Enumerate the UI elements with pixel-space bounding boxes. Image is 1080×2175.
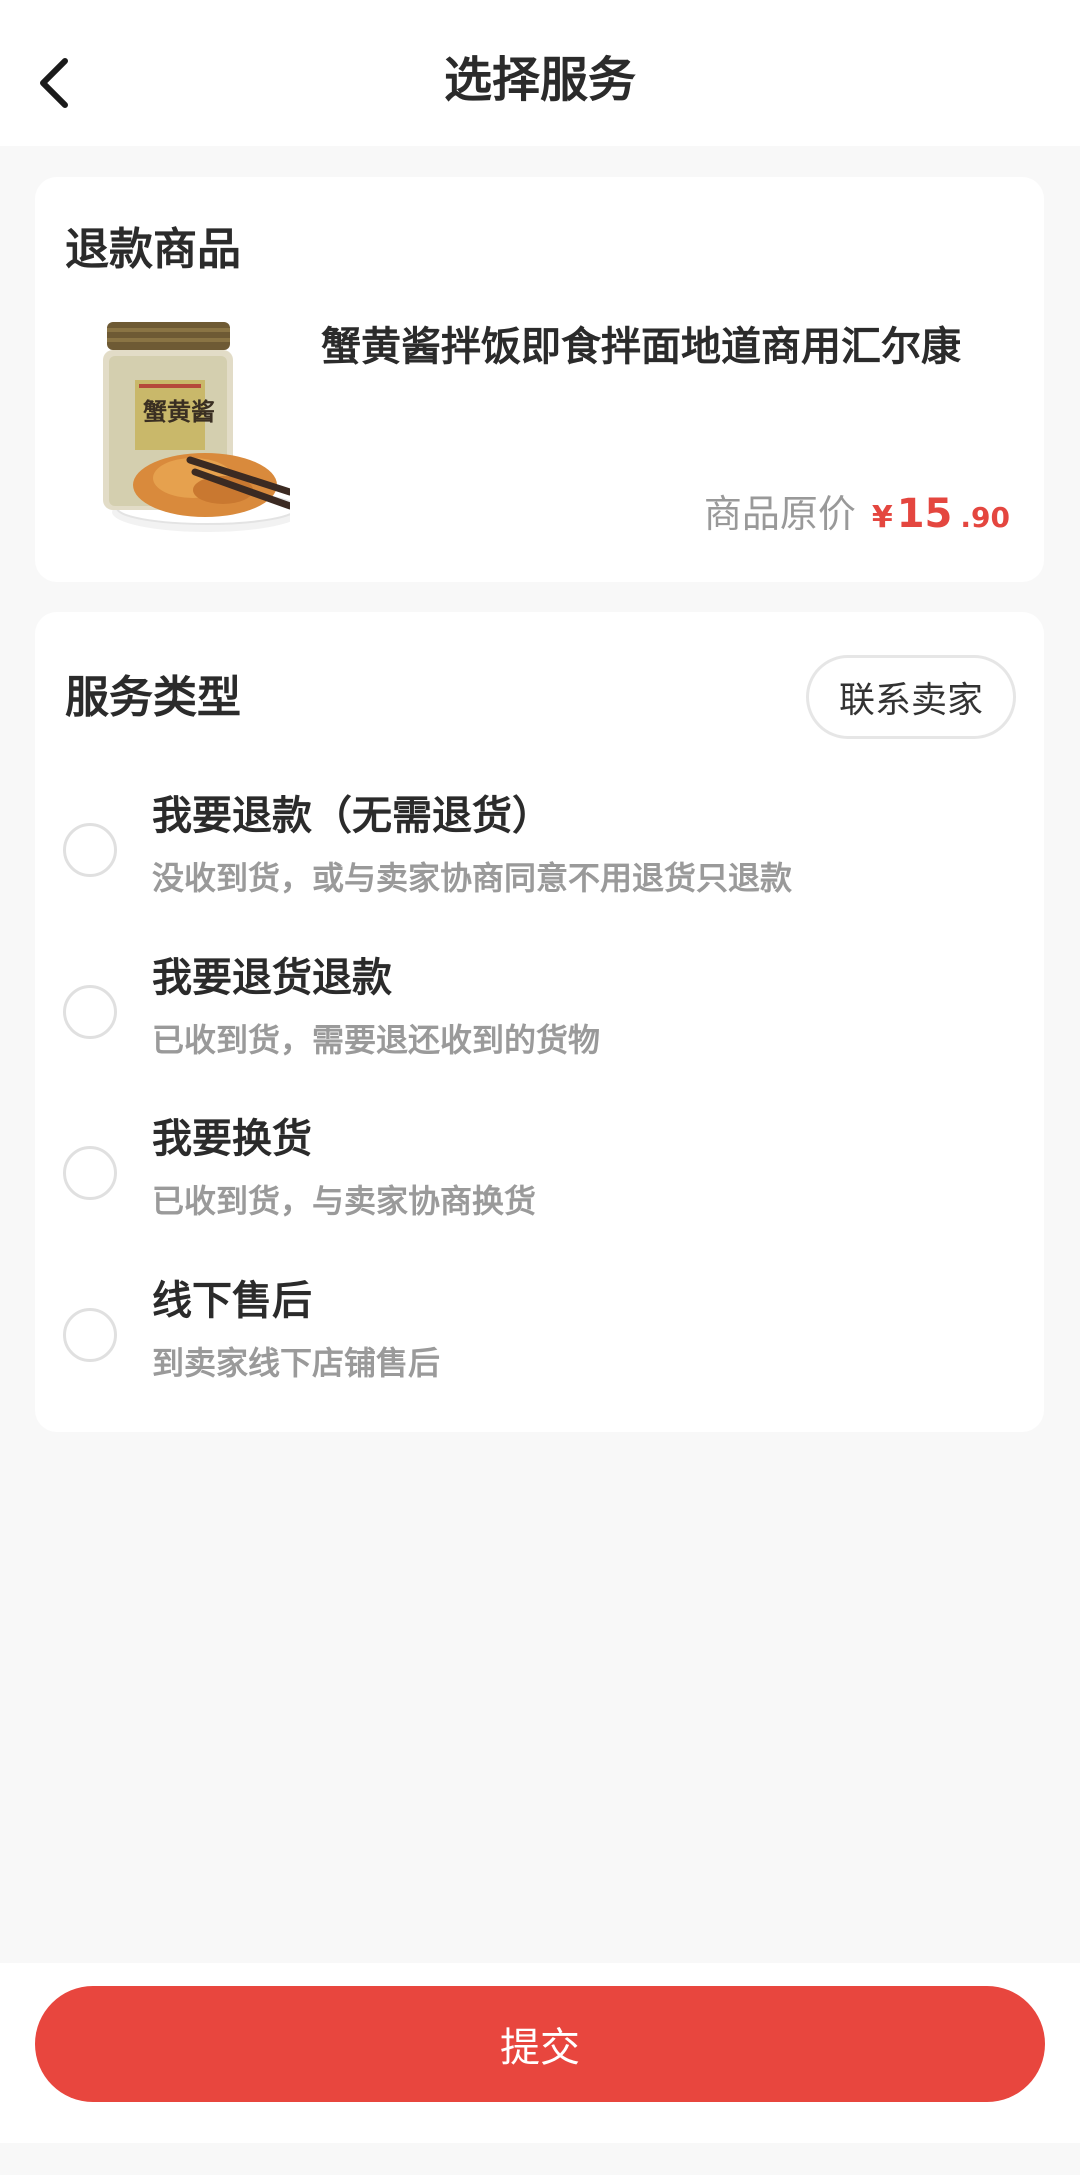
product-image[interactable]: 蟹黄酱 [95, 320, 302, 535]
radio-button[interactable] [63, 985, 117, 1039]
option-description: 到卖家线下店铺售后 [152, 1344, 441, 1382]
submit-button[interactable]: 提交 [35, 1986, 1045, 2102]
option-title: 我要退款（无需退货） [152, 793, 552, 839]
radio-button[interactable] [63, 823, 117, 877]
price-currency: ¥ [871, 500, 893, 535]
bottom-action-bar: 提交 [0, 1963, 1080, 2143]
product-image-label: 蟹黄酱 [143, 398, 215, 426]
section-title-refund-product: 退款商品 [65, 224, 241, 275]
option-refund-only[interactable]: 我要退款（无需退货） 没收到货，或与卖家协商同意不用退货只退款 [35, 788, 1044, 928]
option-description: 没收到货，或与卖家协商同意不用退货只退款 [152, 859, 793, 897]
original-price: 商品原价 ¥ 15 .90 [704, 483, 1010, 538]
option-offline-service[interactable]: 线下售后 到卖家线下店铺售后 [35, 1273, 1044, 1413]
top-nav-bar: 选择服务 [0, 0, 1080, 146]
option-return-and-refund[interactable]: 我要退货退款 已收到货，需要退还收到的货物 [35, 950, 1044, 1090]
contact-seller-button[interactable]: 联系卖家 [806, 655, 1016, 739]
sauce-jar-image: 蟹黄酱 [103, 322, 302, 532]
refund-product-card: 退款商品 蟹黄酱 蟹黄酱拌饭即食拌面地道商用汇尔康 商品原价 ¥ 15 .90 [35, 177, 1044, 582]
page-title: 选择服务 [443, 52, 636, 108]
option-description: 已收到货，需要退还收到的货物 [152, 1021, 601, 1059]
option-title: 我要退货退款 [152, 955, 392, 1001]
service-type-card: 服务类型 联系卖家 我要退款（无需退货） 没收到货，或与卖家协商同意不用退货只退… [35, 612, 1044, 1432]
product-name[interactable]: 蟹黄酱拌饭即食拌面地道商用汇尔康 [321, 317, 1021, 377]
price-decimal: .90 [960, 501, 1010, 534]
radio-button[interactable] [63, 1146, 117, 1200]
option-description: 已收到货，与卖家协商换货 [152, 1182, 537, 1220]
option-title: 线下售后 [152, 1278, 312, 1324]
price-label: 商品原价 [703, 492, 856, 536]
section-title-service-type: 服务类型 [65, 672, 241, 723]
price-integer: 15 [896, 491, 953, 537]
option-title: 我要换货 [152, 1116, 312, 1162]
option-exchange[interactable]: 我要换货 已收到货，与卖家协商换货 [35, 1111, 1044, 1251]
radio-button[interactable] [63, 1308, 117, 1362]
